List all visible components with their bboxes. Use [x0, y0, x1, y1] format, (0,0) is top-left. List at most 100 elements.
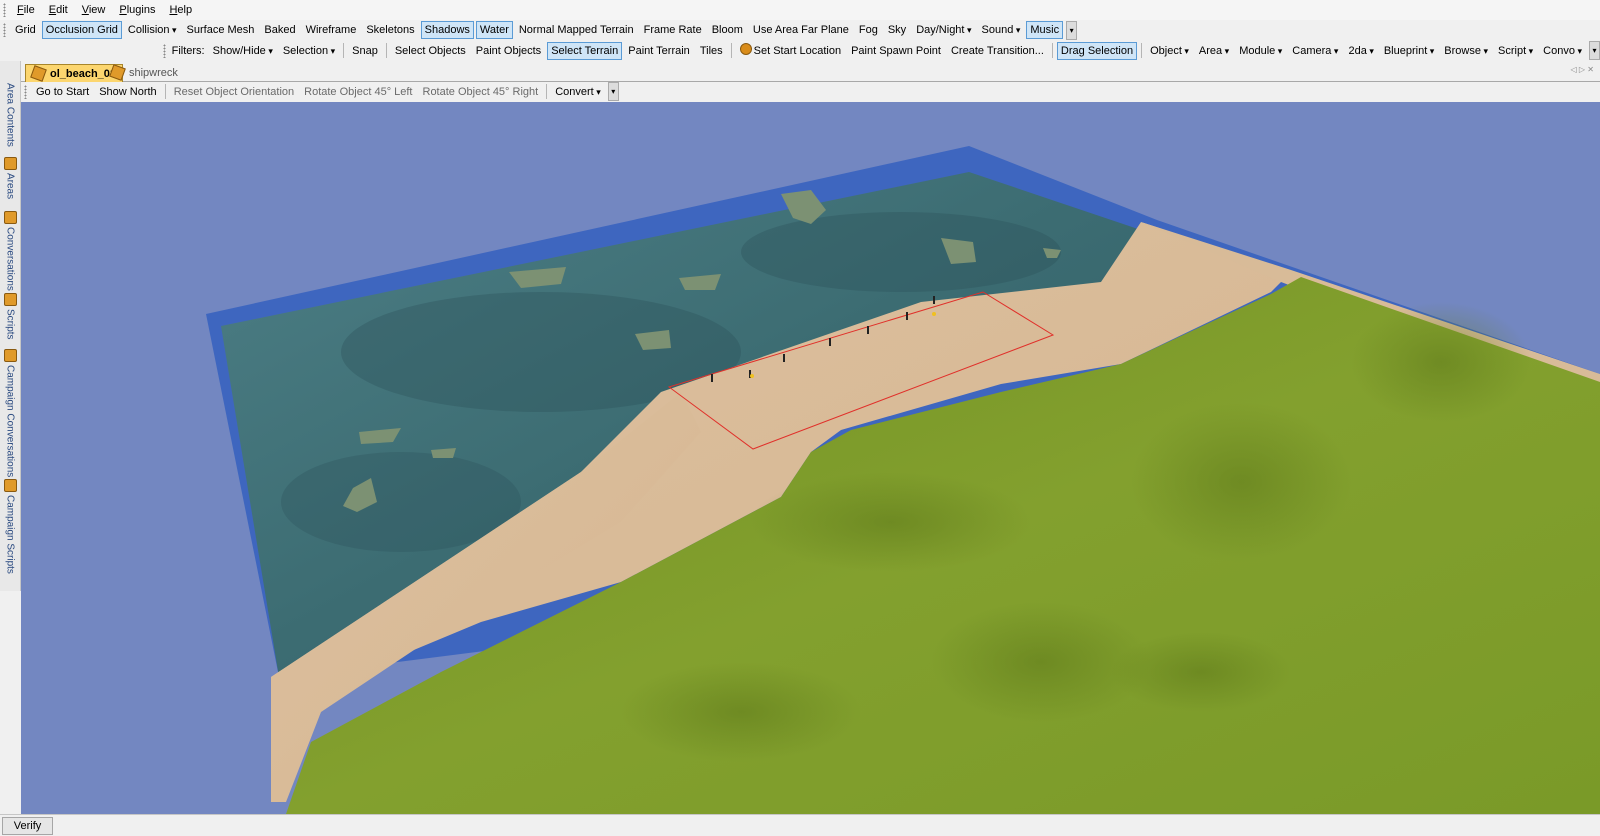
- toolbar-separator: [546, 84, 548, 99]
- panel-icon: [3, 479, 17, 492]
- button-label: Occlusion Grid: [45, 24, 118, 36]
- grid-button[interactable]: Grid: [11, 21, 40, 39]
- sky-button[interactable]: Sky: [884, 21, 910, 39]
- menu-file[interactable]: File: [10, 0, 42, 20]
- side-tab-label: Conversations: [4, 227, 16, 291]
- toolbar-grip[interactable]: [24, 84, 27, 99]
- convo-dropdown[interactable]: Convo: [1539, 42, 1586, 60]
- selection-dropdown[interactable]: Selection: [279, 42, 339, 60]
- show-hide-dropdown[interactable]: Show/Hide: [209, 42, 277, 60]
- create-transition-button[interactable]: Create Transition...: [947, 42, 1048, 60]
- water-button[interactable]: Water: [475, 21, 513, 39]
- shadows-button[interactable]: Shadows: [420, 21, 474, 39]
- drag-selection-button[interactable]: Drag Selection: [1056, 41, 1138, 60]
- normal-mapped-terrain-button[interactable]: Normal Mapped Terrain: [515, 21, 638, 39]
- occlusion-grid-button[interactable]: Occlusion Grid: [41, 21, 122, 39]
- day-night-dropdown[interactable]: Day/Night: [912, 21, 975, 39]
- side-tab-campaign-conversations[interactable]: Campaign Conversations: [2, 349, 18, 477]
- snap-button[interactable]: Snap: [348, 42, 382, 60]
- object-dropdown[interactable]: Object: [1146, 42, 1193, 60]
- paint-terrain-button[interactable]: Paint Terrain: [624, 42, 694, 60]
- skeletons-button[interactable]: Skeletons: [362, 21, 418, 39]
- camera-dropdown[interactable]: Camera: [1288, 42, 1342, 60]
- music-button[interactable]: Music: [1026, 21, 1064, 39]
- 2da-dropdown[interactable]: 2da: [1344, 42, 1377, 60]
- start-location-marker[interactable]: [932, 312, 936, 316]
- paint-spawn-point-button[interactable]: Paint Spawn Point: [847, 42, 945, 60]
- button-label: Tiles: [699, 44, 723, 57]
- use-area-far-plane-button[interactable]: Use Area Far Plane: [749, 21, 853, 39]
- area-dropdown[interactable]: Area: [1195, 42, 1233, 60]
- side-tab-label: Campaign Conversations: [4, 365, 16, 478]
- toolbar-overflow-button[interactable]: ▾: [1589, 41, 1600, 60]
- button-label: Snap: [352, 44, 378, 57]
- side-tab-area-contents[interactable]: Area Contents: [2, 83, 18, 147]
- set-start-location-button[interactable]: Set Start Location: [736, 42, 845, 60]
- area-icon: [30, 65, 47, 82]
- select-terrain-button[interactable]: Select Terrain: [547, 41, 623, 60]
- tab-navigation-icons[interactable]: ◁ ▷ ✕: [1571, 65, 1594, 74]
- fog-button[interactable]: Fog: [855, 21, 882, 39]
- toolbar-grip[interactable]: [3, 23, 6, 37]
- browse-dropdown[interactable]: Browse: [1440, 42, 1492, 60]
- go-to-start-button[interactable]: Go to Start: [32, 83, 93, 101]
- terrain-scene[interactable]: [21, 102, 1600, 814]
- bloom-button[interactable]: Bloom: [708, 21, 747, 39]
- show-north-button[interactable]: Show North: [95, 83, 160, 101]
- button-label: Water: [479, 24, 509, 36]
- toolbar-overflow-button[interactable]: ▾: [607, 82, 619, 101]
- placed-object[interactable]: [933, 296, 935, 304]
- start-location-icon: [739, 42, 752, 55]
- side-tab-scripts[interactable]: Scripts: [2, 293, 18, 340]
- sound-dropdown[interactable]: Sound: [978, 21, 1025, 39]
- side-tab-campaign-scripts[interactable]: Campaign Scripts: [2, 479, 18, 574]
- paint-objects-button[interactable]: Paint Objects: [472, 42, 545, 60]
- button-label: Music: [1030, 24, 1060, 36]
- menu-edit[interactable]: Edit: [42, 0, 75, 20]
- menu-plugins[interactable]: Plugins: [112, 0, 162, 20]
- verify-button[interactable]: Verify: [2, 817, 53, 835]
- 3d-viewport[interactable]: [21, 102, 1600, 814]
- module-dropdown[interactable]: Module: [1235, 42, 1286, 60]
- rotate-object-45-left-button[interactable]: Rotate Object 45° Left: [300, 83, 416, 101]
- document-tab-strip: ol_beach_01 shipwreck ◁ ▷ ✕: [21, 63, 1600, 82]
- select-objects-button[interactable]: Select Objects: [391, 42, 470, 60]
- side-panel-strip: Area Contents Areas Conversations Scripts Ca…: [0, 61, 21, 591]
- wireframe-button[interactable]: Wireframe: [302, 21, 361, 39]
- button-label: Show/Hide: [212, 44, 266, 57]
- rotate-object-45-right-button[interactable]: Rotate Object 45° Right: [419, 83, 543, 101]
- baked-button[interactable]: Baked: [260, 21, 299, 39]
- start-location-marker[interactable]: [750, 374, 754, 378]
- side-tab-areas[interactable]: Areas: [2, 157, 18, 199]
- button-label: Day/Night: [916, 24, 965, 36]
- tiles-button[interactable]: Tiles: [696, 42, 727, 60]
- button-label: Frame Rate: [643, 24, 702, 36]
- placed-object[interactable]: [906, 312, 908, 320]
- convert-dropdown[interactable]: Convert: [551, 83, 605, 101]
- button-label: Surface Mesh: [186, 24, 255, 36]
- placed-object[interactable]: [711, 374, 713, 382]
- reset-object-orientation-button[interactable]: Reset Object Orientation: [170, 83, 298, 101]
- button-label: Sky: [887, 24, 907, 36]
- button-label: Rotate Object 45° Left: [304, 85, 413, 98]
- button-label: Area: [1198, 44, 1223, 57]
- blueprint-dropdown[interactable]: Blueprint: [1380, 42, 1438, 60]
- button-label: Convo: [1543, 44, 1575, 57]
- button-label: Browse: [1444, 44, 1481, 57]
- frame-rate-button[interactable]: Frame Rate: [640, 21, 706, 39]
- placed-object[interactable]: [783, 354, 785, 362]
- surface-mesh-button[interactable]: Surface Mesh: [183, 21, 259, 39]
- button-label: Paint Terrain: [628, 44, 690, 57]
- toolbar-overflow-button[interactable]: ▾: [1066, 20, 1078, 40]
- button-label: Collision: [127, 24, 170, 36]
- menu-help[interactable]: Help: [162, 0, 199, 20]
- menu-view[interactable]: View: [75, 0, 113, 20]
- button-label: Skeletons: [366, 24, 415, 36]
- collision-dropdown[interactable]: Collision: [124, 21, 181, 39]
- toolbar-grip[interactable]: [162, 43, 166, 58]
- placed-object[interactable]: [867, 326, 869, 334]
- script-dropdown[interactable]: Script: [1494, 42, 1537, 60]
- tab-shipwreck[interactable]: shipwreck: [105, 64, 184, 81]
- placed-object[interactable]: [829, 338, 831, 346]
- side-tab-conversations[interactable]: Conversations: [2, 211, 18, 291]
